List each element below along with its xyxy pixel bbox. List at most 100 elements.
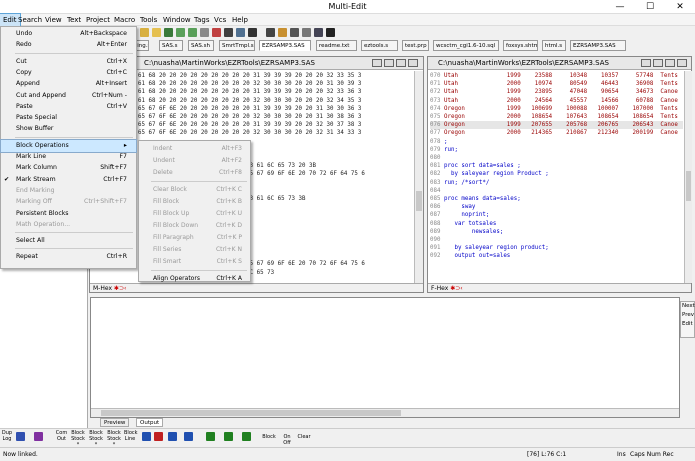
- save-icon[interactable]: [164, 28, 173, 37]
- minimize-button[interactable]: —: [605, 0, 635, 14]
- menu-macro[interactable]: Macro: [111, 14, 138, 26]
- menu-item-append[interactable]: Append Alt+Insert: [1, 78, 136, 90]
- panel-maximize-button[interactable]: [396, 59, 406, 67]
- cancel-icon[interactable]: [154, 432, 163, 441]
- vertical-scrollbar[interactable]: [684, 71, 692, 283]
- tab-file[interactable]: SmrtTmpl.s: [219, 40, 255, 51]
- redo-icon[interactable]: [188, 28, 197, 37]
- menu-item-mark-stream[interactable]: ✔ Mark Stream Ctrl+F7: [1, 174, 136, 186]
- menu-item-cut-and-append[interactable]: Cut and Append Ctrl+Num -: [1, 90, 136, 102]
- block-stock-button[interactable]: Block Stock *: [106, 430, 122, 448]
- on-off-button[interactable]: On Off: [279, 434, 295, 446]
- menu-tags[interactable]: Tags: [191, 14, 213, 26]
- menu-item-repeat[interactable]: Repeat Ctrl+R: [1, 251, 136, 263]
- compile-icon[interactable]: [236, 28, 245, 37]
- menu-item-redo[interactable]: Redo Alt+Enter: [1, 39, 136, 51]
- clear-button[interactable]: Clear: [297, 434, 311, 440]
- menu-item-paste-special[interactable]: Paste Special: [1, 112, 136, 124]
- scroll-thumb[interactable]: [101, 410, 401, 416]
- menu-item-block-operations[interactable]: Block Operations ▸: [0, 138, 137, 153]
- menu-search[interactable]: Search: [15, 14, 45, 26]
- menu-text[interactable]: Text: [64, 14, 84, 26]
- open-icon[interactable]: [140, 28, 149, 37]
- output-window[interactable]: [90, 297, 680, 418]
- menu-item-mark-column[interactable]: Mark Column Shift+F7: [1, 162, 136, 174]
- tool-icon[interactable]: [302, 28, 311, 37]
- find-icon[interactable]: [212, 28, 221, 37]
- tab-file[interactable]: readme.txt: [316, 40, 357, 51]
- next-button[interactable]: Next: [681, 302, 695, 311]
- menu-vcs[interactable]: Vcs: [211, 14, 229, 26]
- folder-icon[interactable]: [152, 28, 161, 37]
- hex-mode-label[interactable]: F-Hex: [431, 285, 448, 292]
- tab-file[interactable]: EZRSAMP3.SAS: [570, 40, 626, 51]
- menu-item-copy[interactable]: Copy Ctrl+C: [1, 67, 136, 79]
- tab-file[interactable]: SAS.sh: [188, 40, 214, 51]
- dup-log-button[interactable]: Dup Log: [1, 430, 13, 442]
- code-line: 077 Oregon 2000 214365 210867 212340 200…: [430, 129, 683, 137]
- menu-item-persistent-blocks[interactable]: Persistent Blocks: [1, 208, 136, 220]
- align-icon[interactable]: [224, 432, 233, 441]
- menu-item-show-buffer[interactable]: Show Buffer: [1, 123, 136, 135]
- menu-item-label: Mark Line: [16, 153, 47, 160]
- window-icon[interactable]: [248, 28, 257, 37]
- tab-file[interactable]: eztools.s: [361, 40, 398, 51]
- menu-item-mark-line[interactable]: Mark Line F7: [1, 151, 136, 163]
- person-icon[interactable]: [16, 432, 25, 441]
- hex-mode-label[interactable]: M-Hex: [93, 285, 112, 292]
- query-icon[interactable]: [142, 432, 151, 441]
- panel-close-button[interactable]: [408, 59, 418, 67]
- tab-file[interactable]: html.s: [542, 40, 566, 51]
- submenu-item-align-operators[interactable]: Align Operators Ctrl+K A: [139, 273, 250, 285]
- com-out-button[interactable]: Com Out: [55, 430, 68, 442]
- menu-view[interactable]: View: [42, 14, 65, 26]
- panel-maximize-button[interactable]: [665, 59, 675, 67]
- tab-file[interactable]: test.prp: [402, 40, 429, 51]
- align-icon[interactable]: [242, 432, 251, 441]
- menu-item-paste[interactable]: Paste Ctrl+V: [1, 101, 136, 113]
- tab-file[interactable]: SAS.s: [159, 40, 183, 51]
- block-stock-button[interactable]: Block Stock *: [70, 430, 86, 448]
- menu-project[interactable]: Project: [83, 14, 113, 26]
- panel-close-button[interactable]: [677, 59, 687, 67]
- maximize-button[interactable]: ☐: [635, 0, 665, 14]
- tab-file[interactable]: wcsctm_cgi1.6-10.sql: [433, 40, 499, 51]
- menu-tools[interactable]: Tools: [137, 14, 160, 26]
- edit-button[interactable]: Edit: [681, 320, 694, 329]
- pencil-icon[interactable]: [278, 28, 287, 37]
- block-stock-button[interactable]: Block Stock *: [88, 430, 104, 448]
- list-icon[interactable]: [290, 28, 299, 37]
- zoom-out-icon[interactable]: [184, 432, 193, 441]
- panel-restore-button[interactable]: [653, 59, 663, 67]
- menu-item-undo[interactable]: Undo Alt+Backspace: [1, 28, 136, 40]
- panel-restore-button[interactable]: [384, 59, 394, 67]
- settings-icon[interactable]: [314, 28, 323, 37]
- line-text: Oregon 1999 100699 100088 100007 107000 …: [443, 105, 678, 112]
- menu-help[interactable]: Help: [229, 14, 251, 26]
- tab-file-active[interactable]: EZRSAMP3.SAS: [259, 40, 311, 51]
- horizontal-scrollbar[interactable]: [91, 408, 679, 417]
- menu-window[interactable]: Window: [160, 14, 194, 26]
- panel-minimize-button[interactable]: [641, 59, 651, 67]
- vertical-scrollbar[interactable]: [414, 71, 423, 283]
- print-icon[interactable]: [224, 28, 233, 37]
- runner-icon[interactable]: [34, 432, 43, 441]
- tab-output[interactable]: Output: [136, 418, 164, 427]
- prev-button[interactable]: Prev: [681, 311, 694, 320]
- undo-icon[interactable]: [176, 28, 185, 37]
- stop-icon[interactable]: [326, 28, 335, 37]
- zoom-in-icon[interactable]: [168, 432, 177, 441]
- cut-icon[interactable]: [200, 28, 209, 37]
- tab-preview[interactable]: Preview: [100, 418, 130, 427]
- panel-minimize-button[interactable]: [372, 59, 382, 67]
- tag-icon[interactable]: [266, 28, 275, 37]
- menu-item-cut[interactable]: Cut Ctrl+X: [1, 56, 136, 68]
- tab-file[interactable]: foxsys.shtml: [503, 40, 538, 51]
- scroll-thumb[interactable]: [416, 191, 422, 211]
- code-content[interactable]: 070 Utah 1999 23588 10348 10357 57748 Te…: [430, 72, 683, 282]
- scroll-thumb[interactable]: [686, 171, 691, 201]
- align-icon[interactable]: [206, 432, 215, 441]
- menu-item-select-all[interactable]: Select All: [1, 235, 136, 247]
- block-line-button[interactable]: Block Line: [124, 430, 138, 442]
- close-button[interactable]: ✕: [665, 0, 695, 14]
